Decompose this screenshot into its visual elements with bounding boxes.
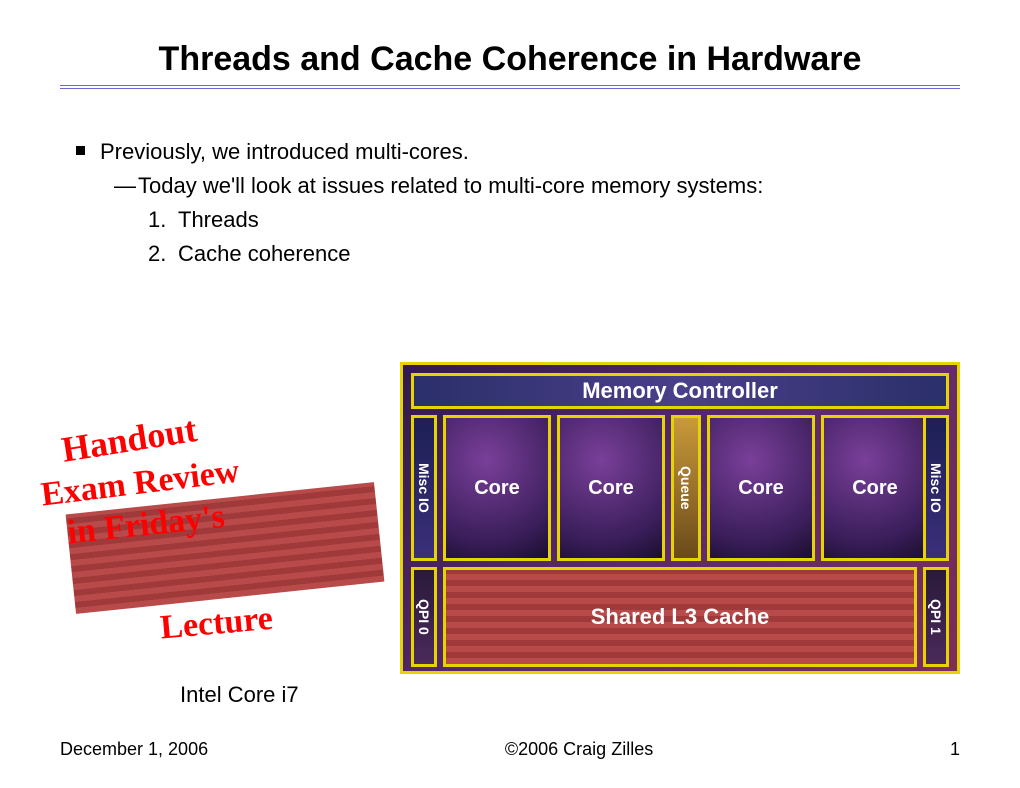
handwritten-annotation: Handout Exam Review in Friday's Lecture (40, 404, 380, 638)
die-queue: Queue (671, 415, 701, 561)
die-qpi-1: QPI 1 (923, 567, 949, 667)
slide-footer: December 1, 2006 ©2006 Craig Zilles 1 (60, 739, 960, 760)
number-marker: 1. (148, 203, 166, 237)
slide: Threads and Cache Coherence in Hardware … (0, 0, 1020, 788)
die-misc-io-left: Misc IO (411, 415, 437, 561)
bullet-level2: — Today we'll look at issues related to … (60, 169, 960, 203)
die-figure: Memory Controller Misc IO Core Core Queu… (400, 362, 960, 708)
die-core-4: Core (821, 415, 929, 561)
bullet-level1: Previously, we introduced multi-cores. (60, 135, 960, 169)
number-marker: 2. (148, 237, 166, 271)
dash-bullet-icon: — (114, 169, 136, 203)
die-core-2: Core (557, 415, 665, 561)
die-core-1: Core (443, 415, 551, 561)
slide-title: Threads and Cache Coherence in Hardware (60, 40, 960, 79)
die-core-3: Core (707, 415, 815, 561)
die-diagram: Memory Controller Misc IO Core Core Queu… (400, 362, 960, 674)
title-rule (60, 85, 960, 89)
bullet-text: Today we'll look at issues related to mu… (138, 173, 763, 198)
die-qpi-0: QPI 0 (411, 567, 437, 667)
die-l3-cache: Shared L3 Cache (443, 567, 917, 667)
bullet-level3: 1. Threads (60, 203, 960, 237)
die-misc-io-right: Misc IO (923, 415, 949, 561)
footer-date: December 1, 2006 (60, 739, 208, 760)
bullet-text: Cache coherence (178, 241, 350, 266)
body-content: Previously, we introduced multi-cores. —… (60, 135, 960, 271)
bullet-text: Threads (178, 207, 259, 232)
die-memory-controller: Memory Controller (411, 373, 949, 409)
square-bullet-icon (76, 146, 85, 155)
bullet-text: Previously, we introduced multi-cores. (100, 139, 469, 164)
footer-copyright: ©2006 Craig Zilles (505, 739, 653, 760)
bullet-level3: 2. Cache coherence (60, 237, 960, 271)
die-caption: Intel Core i7 (180, 682, 960, 708)
footer-page: 1 (950, 739, 960, 760)
